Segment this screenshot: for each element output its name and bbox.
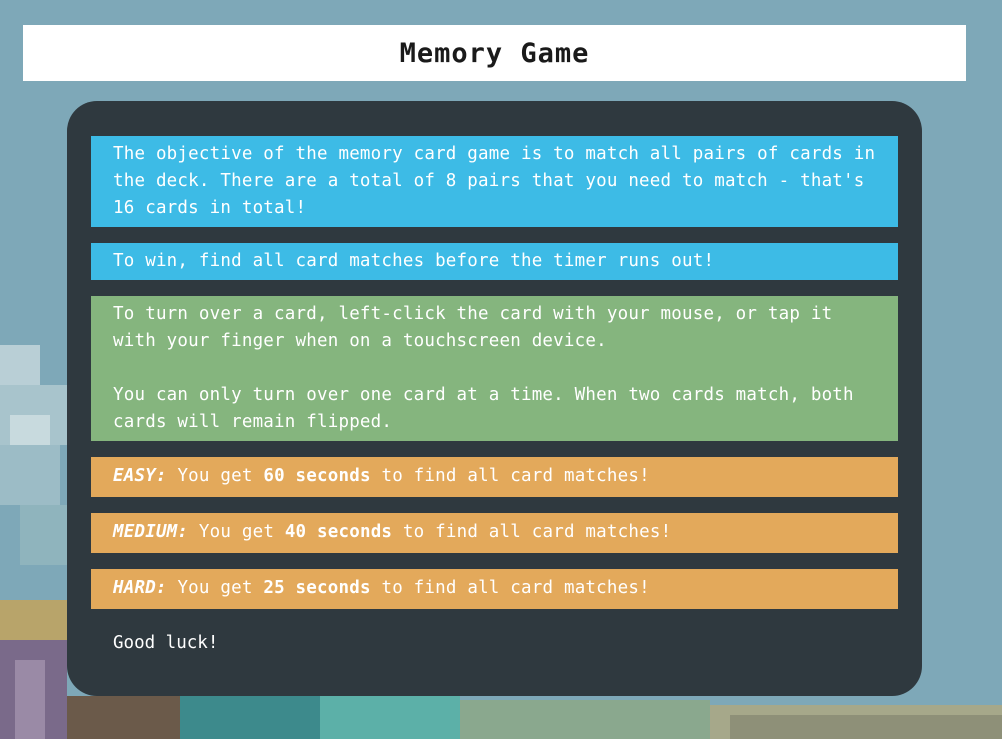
level-medium-name: MEDIUM: xyxy=(113,522,189,542)
win-condition-text: To win, find all card matches before the… xyxy=(113,251,715,271)
level-hard-seconds: 25 seconds xyxy=(263,578,371,598)
level-easy-prefix: You get xyxy=(177,466,253,486)
level-easy-name: EASY: xyxy=(113,466,167,486)
win-condition-box: To win, find all card matches before the… xyxy=(91,243,898,280)
level-medium-prefix: You get xyxy=(198,522,275,542)
level-easy-box: EASY: You get 60 seconds to find all car… xyxy=(91,457,898,497)
level-hard-prefix: You get xyxy=(177,578,253,598)
good-luck-text: Good luck! xyxy=(113,633,219,653)
how-to-play-box: To turn over a card, left-click the card… xyxy=(91,296,898,441)
turn-over-text: To turn over a card, left-click the card… xyxy=(113,304,833,351)
objective-box: The objective of the memory card game is… xyxy=(91,136,898,227)
level-easy-seconds: 60 seconds xyxy=(263,466,371,486)
level-medium-seconds: 40 seconds xyxy=(284,522,393,542)
title-bar: Memory Game xyxy=(23,25,966,81)
level-hard-box: HARD: You get 25 seconds to find all car… xyxy=(91,569,898,609)
level-medium-box: MEDIUM: You get 40 seconds to find all c… xyxy=(91,513,898,553)
level-easy-suffix: to find all card matches! xyxy=(381,466,650,486)
level-medium-suffix: to find all card matches! xyxy=(402,522,672,542)
level-hard-name: HARD: xyxy=(113,578,167,598)
level-hard-suffix: to find all card matches! xyxy=(381,578,650,598)
objective-text: The objective of the memory card game is… xyxy=(113,144,876,218)
instructions-panel: The objective of the memory card game is… xyxy=(67,101,922,696)
one-at-a-time-text: You can only turn over one card at a tim… xyxy=(113,385,854,432)
page-title: Memory Game xyxy=(399,37,590,69)
